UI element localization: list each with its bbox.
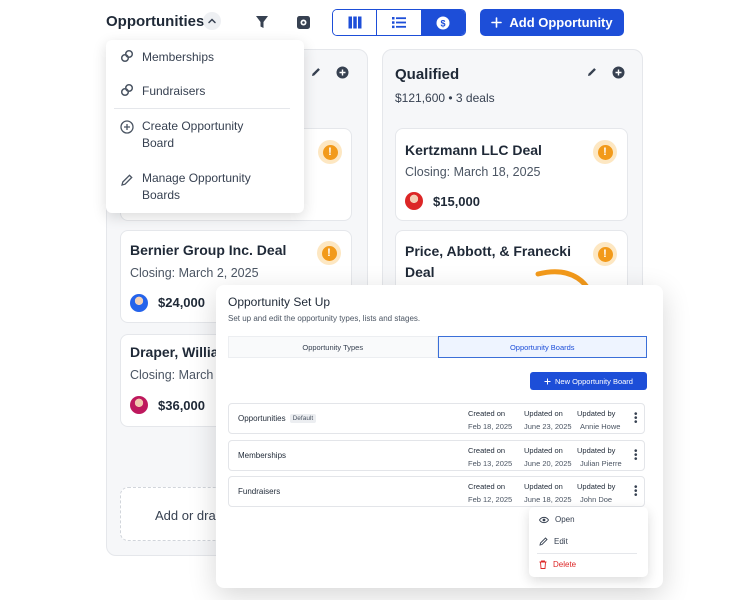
avatar (405, 192, 423, 210)
deal-title: Kertzmann LLC Deal (405, 142, 542, 158)
add-deal-icon[interactable] (331, 61, 353, 83)
edit-column-icon[interactable] (581, 61, 603, 83)
edit-column-icon[interactable] (305, 61, 327, 83)
chevron-up-icon[interactable] (203, 12, 221, 30)
created-header: Created on (468, 409, 506, 418)
plus-icon (491, 17, 503, 28)
add-opportunity-button[interactable]: Add Opportunity (480, 9, 624, 36)
more-options-icon[interactable]: • • • (634, 447, 638, 465)
new-opportunity-board-button[interactable]: New Opportunity Board (530, 372, 647, 390)
updated-by-header: Updated by (577, 446, 616, 455)
more-options-icon[interactable]: • • • (634, 483, 638, 501)
pencil-icon (121, 174, 133, 186)
deal-closing: Closing: March 2, 2025 (130, 266, 259, 280)
dropdown-item-memberships[interactable]: Memberships (120, 49, 214, 66)
board-name: Memberships (238, 451, 287, 460)
menu-item-label: Delete (553, 560, 577, 569)
setup-tabs: Opportunity Types Opportunity Boards (228, 336, 647, 358)
filter-icon[interactable] (249, 9, 275, 35)
board-row[interactable]: Fundraisers Created on Feb 12, 2025 Upda… (228, 476, 645, 507)
created-date: Feb 13, 2025 (468, 459, 513, 468)
menu-item-delete[interactable]: Delete (539, 560, 576, 569)
menu-divider (537, 553, 637, 554)
new-board-label: New Opportunity Board (555, 376, 633, 386)
menu-item-edit[interactable]: Edit (539, 537, 568, 546)
menu-item-label: Open (555, 515, 575, 524)
deal-closing: Closing: March 5 (130, 368, 224, 382)
list-view-icon[interactable] (377, 10, 422, 35)
updated-by-header: Updated by (577, 409, 616, 418)
board-row[interactable]: Opportunities Default Created on Feb 18, … (228, 403, 645, 434)
board-row[interactable]: Memberships Created on Feb 13, 2025 Upda… (228, 440, 645, 471)
dropdown-item-label: Manage Opportunity Boards (142, 171, 251, 202)
deal-title: Draper, Willia (130, 344, 219, 360)
created-date: Feb 12, 2025 (468, 495, 513, 504)
more-options-icon[interactable]: • • • (634, 410, 638, 428)
add-deal-icon[interactable] (607, 61, 629, 83)
dropdown-item-manage-boards[interactable]: Manage Opportunity Boards (120, 170, 258, 204)
dropdown-item-fundraisers[interactable]: Fundraisers (120, 83, 205, 100)
trash-icon (539, 560, 547, 569)
dropdown-divider (114, 108, 290, 109)
add-opportunity-label: Add Opportunity (509, 15, 613, 30)
updated-header: Updated on (524, 409, 563, 418)
board-name: Fundraisers (238, 487, 281, 496)
default-badge: Default (289, 414, 317, 423)
dropdown-item-label: Memberships (142, 50, 215, 64)
deal-title: Price, Abbott, & Franecki (405, 243, 571, 259)
tab-opportunity-types[interactable]: Opportunity Types (228, 336, 438, 358)
pencil-icon (539, 537, 548, 546)
warning-icon: ! (317, 241, 341, 265)
board-view-icon[interactable] (333, 10, 378, 35)
dropdown-item-create-board[interactable]: Create Opportunity Board (120, 118, 250, 152)
updated-date: June 20, 2025 (524, 459, 572, 468)
menu-item-open[interactable]: Open (539, 515, 575, 524)
warning-icon: ! (593, 140, 617, 164)
link-icon (120, 49, 134, 63)
updated-by-name: Julian Pierre (580, 459, 622, 468)
deal-closing: Closing: March 18, 2025 (405, 165, 541, 179)
created-header: Created on (468, 482, 506, 491)
dollar-view-icon[interactable]: $ (421, 10, 465, 35)
warning-icon: ! (318, 140, 342, 164)
row-context-menu: Open Edit Delete (529, 507, 648, 577)
board-name: Opportunities (238, 414, 286, 423)
updated-by-name: John Doe (580, 495, 613, 504)
avatar (130, 396, 148, 414)
plus-icon (544, 378, 551, 384)
deal-title-line2: Deal (405, 264, 435, 280)
updated-by-header: Updated by (577, 482, 616, 491)
updated-date: June 23, 2025 (524, 422, 572, 431)
eye-icon (539, 516, 549, 523)
view-toggle-group: $ (332, 9, 466, 36)
updated-header: Updated on (524, 482, 563, 491)
updated-date: June 18, 2025 (524, 495, 572, 504)
deal-amount: $24,000 (158, 295, 205, 310)
deal-title: Bernier Group Inc. Deal (130, 242, 287, 258)
page-title[interactable]: Opportunities (106, 13, 204, 30)
created-date: Feb 18, 2025 (468, 422, 513, 431)
menu-item-label: Edit (554, 537, 568, 546)
plus-circle-icon (120, 120, 134, 134)
avatar (130, 294, 148, 312)
created-header: Created on (468, 446, 506, 455)
column-summary: $121,600 • 3 deals (395, 91, 495, 105)
updated-by-name: Annie Howe (580, 422, 621, 431)
deal-amount: $36,000 (158, 398, 205, 413)
setup-subtitle: Set up and edit the opportunity types, l… (228, 314, 421, 323)
deal-amount: $15,000 (433, 194, 480, 209)
board-dropdown-menu: Memberships Fundraisers Create Opportuni… (106, 40, 304, 213)
tab-opportunity-boards[interactable]: Opportunity Boards (437, 336, 647, 358)
column-title: Qualified (395, 66, 460, 83)
dropdown-item-label: Create Opportunity Board (142, 119, 244, 150)
dropdown-item-label: Fundraisers (142, 84, 206, 98)
link-icon (120, 83, 134, 97)
svg-text:$: $ (441, 18, 446, 28)
setup-title: Opportunity Set Up (228, 295, 331, 309)
settings-icon[interactable] (290, 9, 316, 35)
updated-header: Updated on (524, 446, 563, 455)
